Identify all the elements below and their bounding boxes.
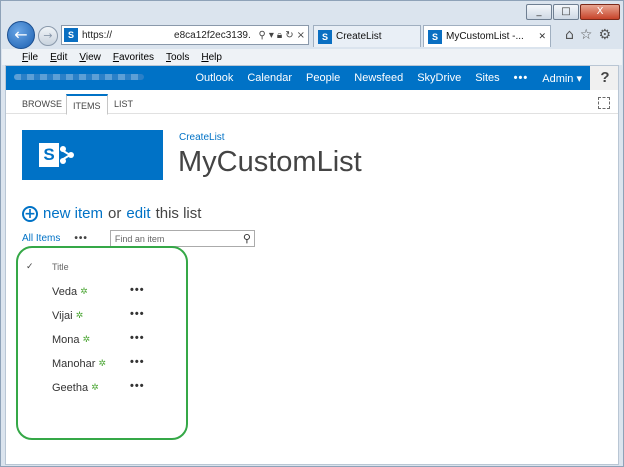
tab-createlist[interactable]: S CreateList <box>313 25 421 47</box>
navigation-row: ← → S https://e8ca12f2ec3139. ⚲ ▾ 🔒︎ ↻ ×… <box>5 21 619 49</box>
refresh-icon[interactable]: ↻ <box>285 30 293 41</box>
gear-icon[interactable]: ⚙ <box>598 27 611 43</box>
search-icon[interactable]: ⚲ <box>240 232 254 245</box>
close-tab-icon[interactable]: ✕ <box>538 32 546 42</box>
focus-on-content-icon[interactable] <box>598 97 610 109</box>
item-menu-button[interactable]: ••• <box>130 308 145 320</box>
edit-link[interactable]: edit <box>126 205 150 222</box>
suite-link-outlook[interactable]: Outlook <box>195 72 233 84</box>
view-more-button[interactable]: ••• <box>74 233 88 244</box>
sharepoint-favicon-icon: S <box>64 28 78 42</box>
maximize-button[interactable]: □ <box>553 4 579 20</box>
column-title[interactable]: Title <box>52 262 69 272</box>
dropdown-icon[interactable]: ▾ <box>269 30 274 41</box>
page-title: MyCustomList <box>178 146 362 178</box>
suite-link-sites[interactable]: Sites <box>475 72 499 84</box>
ribbon: BROWSE ITEMS LIST <box>6 90 618 115</box>
list-item[interactable]: Geetha ✲ ••• <box>52 380 172 396</box>
item-title[interactable]: Manohar <box>52 358 95 370</box>
search-icon[interactable]: ⚲ <box>259 30 266 41</box>
suite-link-skydrive[interactable]: SkyDrive <box>417 72 461 84</box>
user-menu[interactable]: Admin ▾ <box>542 72 582 85</box>
sharepoint-favicon-icon: S <box>428 29 442 44</box>
new-item-icon: ✲ <box>91 383 99 393</box>
menu-help[interactable]: Help <box>201 52 222 63</box>
forward-button[interactable]: → <box>38 26 58 46</box>
new-item-icon: ✲ <box>98 359 106 369</box>
suite-link-newsfeed[interactable]: Newsfeed <box>354 72 403 84</box>
lock-icon[interactable]: 🔒︎ <box>277 30 282 41</box>
new-item-icon: ✲ <box>75 311 84 321</box>
list-item[interactable]: Manohar ✲ ••• <box>52 356 172 372</box>
menu-bar: File Edit View Favorites Tools Help <box>2 49 622 65</box>
sharepoint-logo-icon: S <box>39 143 59 167</box>
minimize-button[interactable]: _ <box>526 4 552 20</box>
tab-browse[interactable]: BROWSE <box>16 94 68 114</box>
stop-icon[interactable]: × <box>297 30 305 41</box>
suite-link-people[interactable]: People <box>306 72 340 84</box>
menu-tools[interactable]: Tools <box>166 52 189 63</box>
home-icon[interactable]: ⌂ <box>565 27 574 43</box>
back-button[interactable]: ← <box>7 21 35 49</box>
item-title[interactable]: Mona <box>52 334 80 346</box>
breadcrumb[interactable]: CreateList <box>179 132 225 143</box>
address-bar[interactable]: S https://e8ca12f2ec3139. ⚲ ▾ 🔒︎ ↻ × <box>61 25 309 45</box>
view-all-items[interactable]: All Items <box>22 233 60 244</box>
close-button[interactable]: X <box>580 4 620 20</box>
new-item-icon: ✲ <box>82 335 91 345</box>
arrow-right-icon: → <box>43 29 53 42</box>
suite-bar: Outlook Calendar People Newsfeed SkyDriv… <box>6 66 618 90</box>
search-input[interactable] <box>114 233 240 244</box>
menu-view[interactable]: View <box>79 52 101 63</box>
suite-more-button[interactable]: ••• <box>514 72 529 84</box>
sharepoint-dots-icon <box>60 146 74 164</box>
menu-file[interactable]: File <box>22 52 38 63</box>
list-item[interactable]: Veda ✲ ••• <box>52 284 172 300</box>
this-list-text: this list <box>155 205 202 222</box>
star-icon[interactable]: ☆ <box>580 27 593 43</box>
tab-items[interactable]: ITEMS <box>66 94 108 115</box>
item-title[interactable]: Geetha <box>52 382 88 394</box>
plus-icon[interactable]: + <box>22 205 38 222</box>
tab-mycustomlist[interactable]: S MyCustomList -... ✕ <box>423 25 551 47</box>
menu-favorites[interactable]: Favorites <box>113 52 154 63</box>
item-menu-button[interactable]: ••• <box>130 356 145 368</box>
suite-link-calendar[interactable]: Calendar <box>247 72 292 84</box>
item-menu-button[interactable]: ••• <box>130 284 145 296</box>
item-title[interactable]: Veda <box>52 286 77 298</box>
sharepoint-favicon-icon: S <box>318 29 332 44</box>
browser-window: _ □ X ← → S https://e8ca12f2ec3139. ⚲ ▾ … <box>0 0 624 467</box>
menu-edit[interactable]: Edit <box>50 52 67 63</box>
item-menu-button[interactable]: ••• <box>130 332 145 344</box>
or-text: or <box>108 205 122 222</box>
help-button[interactable]: ? <box>590 66 618 90</box>
arrow-left-icon: ← <box>14 25 28 44</box>
tab-list[interactable]: LIST <box>108 94 139 114</box>
brand-redacted <box>14 74 144 80</box>
new-item-bar: + new item or edit this list <box>22 205 201 222</box>
list-item[interactable]: Vijai ✲ ••• <box>52 308 172 324</box>
new-item-link[interactable]: new item <box>43 205 103 222</box>
new-item-icon: ✲ <box>80 287 88 297</box>
view-row: All Items ••• ⚲ <box>22 230 255 247</box>
window-controls: _ □ X <box>526 4 620 20</box>
item-menu-button[interactable]: ••• <box>130 380 145 392</box>
site-logo[interactable]: S <box>22 130 163 180</box>
list-header: ✓ Title <box>26 262 69 272</box>
search-box: ⚲ <box>109 230 255 247</box>
address-text[interactable]: https://e8ca12f2ec3139. <box>82 30 259 41</box>
select-all-check-icon[interactable]: ✓ <box>26 262 52 272</box>
list-item[interactable]: Mona ✲ ••• <box>52 332 172 348</box>
item-title[interactable]: Vijai <box>52 310 73 322</box>
page-content: Outlook Calendar People Newsfeed SkyDriv… <box>5 65 619 465</box>
